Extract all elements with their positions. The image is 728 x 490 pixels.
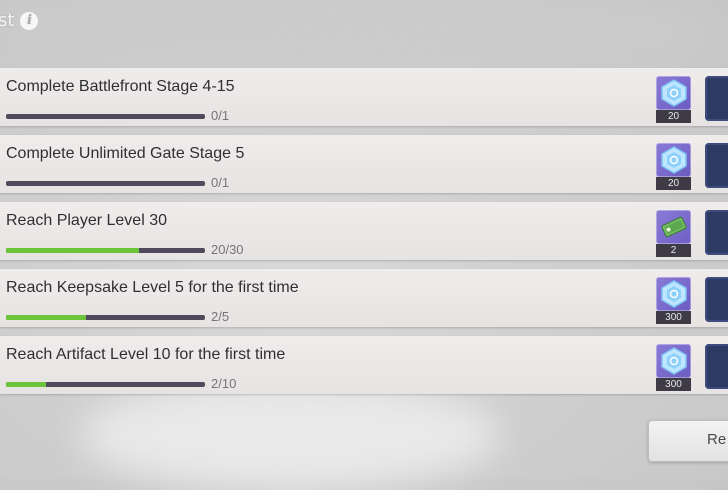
quest-title: Reach Player Level 30	[6, 212, 167, 229]
blue-hex-gem-icon	[656, 344, 691, 378]
background-haze	[80, 380, 500, 490]
progress-bar	[6, 248, 205, 253]
reward-item[interactable]: 20	[656, 76, 691, 123]
blue-hex-gem-icon	[656, 143, 691, 177]
reward-item[interactable]: 300	[656, 277, 691, 324]
progress-bar	[6, 382, 205, 387]
quest-row: Reach Player Level 30 20/30 2	[0, 202, 728, 260]
claim-button[interactable]	[705, 277, 728, 322]
receive-all-button[interactable]: Re	[648, 420, 728, 462]
reward-count: 2	[656, 244, 691, 257]
progress-bar	[6, 114, 205, 119]
quest-row: Complete Battlefront Stage 4-15 0/1 20	[0, 68, 728, 126]
reward-count: 300	[656, 311, 691, 324]
quest-row: Reach Artifact Level 10 for the first ti…	[0, 336, 728, 394]
quest-title: Reach Artifact Level 10 for the first ti…	[6, 346, 286, 363]
reward-count: 20	[656, 177, 691, 190]
claim-button[interactable]	[705, 210, 728, 255]
panel-title: st i	[0, 10, 39, 31]
progress-bar	[6, 315, 205, 320]
reward-item[interactable]: 20	[656, 143, 691, 190]
progress-text: 20/30	[211, 242, 244, 257]
panel-title-text: st	[0, 10, 15, 31]
quest-row: Reach Keepsake Level 5 for the first tim…	[0, 269, 728, 327]
quest-title: Reach Keepsake Level 5 for the first tim…	[6, 279, 299, 296]
claim-button[interactable]	[705, 76, 728, 121]
reward-count: 300	[656, 378, 691, 391]
claim-button[interactable]	[705, 143, 728, 188]
background-haze	[0, 0, 728, 60]
progress-fill	[6, 248, 139, 253]
blue-hex-gem-icon	[656, 277, 691, 311]
info-icon[interactable]: i	[20, 11, 39, 30]
progress-bar	[6, 181, 205, 186]
quest-title: Complete Battlefront Stage 4-15	[6, 78, 235, 95]
progress-text: 0/1	[211, 108, 230, 123]
blue-hex-gem-icon	[656, 76, 691, 110]
claim-button[interactable]	[705, 344, 728, 389]
progress-text: 2/10	[211, 376, 237, 391]
progress-text: 2/5	[211, 309, 230, 324]
progress-fill	[6, 315, 86, 320]
quest-row: Complete Unlimited Gate Stage 5 0/1 20	[0, 135, 728, 193]
progress-text: 0/1	[211, 175, 230, 190]
receive-all-label: Re	[707, 431, 727, 448]
quest-title: Complete Unlimited Gate Stage 5	[6, 145, 245, 162]
reward-count: 20	[656, 110, 691, 123]
progress-fill	[6, 382, 46, 387]
green-ticket-icon	[656, 210, 691, 244]
reward-item[interactable]: 2	[656, 210, 691, 257]
reward-item[interactable]: 300	[656, 344, 691, 391]
